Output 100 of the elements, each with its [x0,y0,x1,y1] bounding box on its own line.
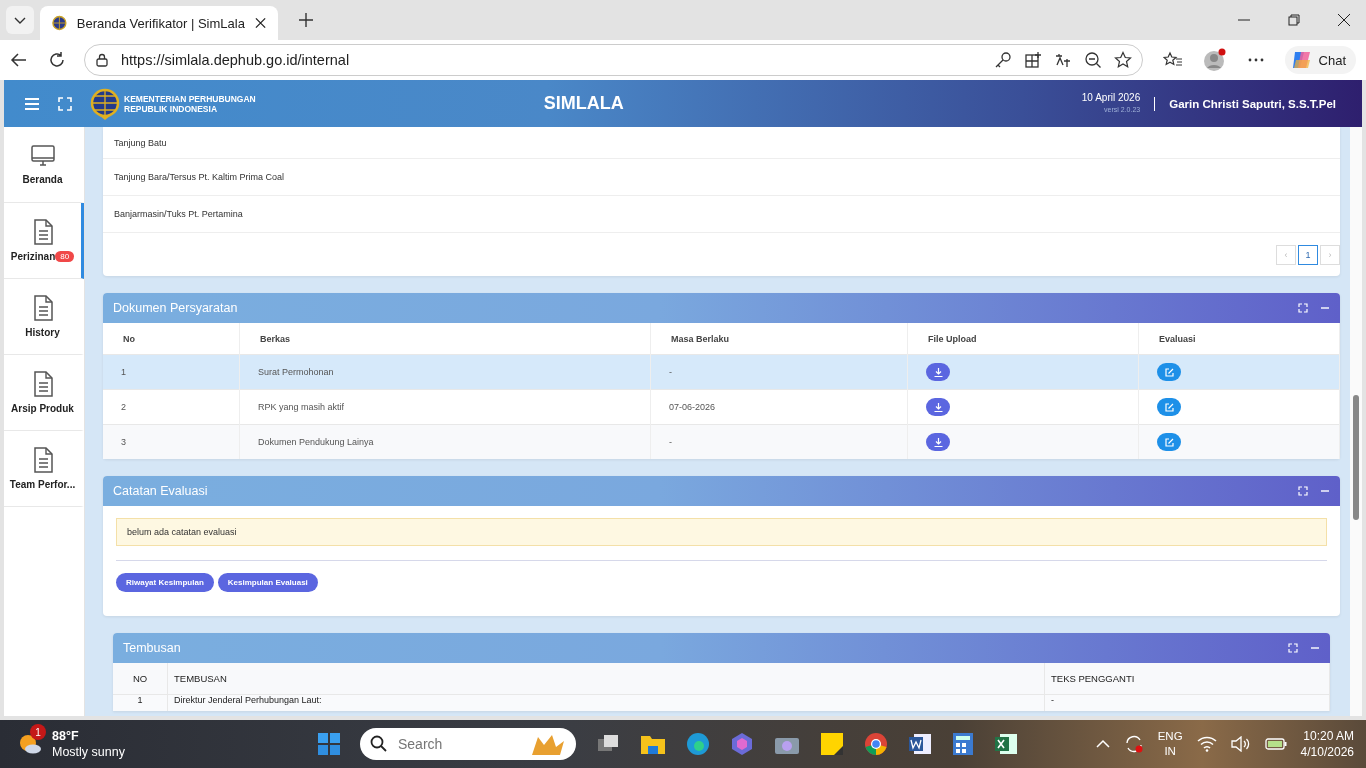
org-name: REPUBLIK INDONESIA [124,103,219,114]
fullscreen-icon[interactable] [58,96,72,111]
table-cell: - [650,424,908,459]
close-icon[interactable] [1338,14,1350,26]
org-name: KEMENTERIAN PERHUBUNGAN [124,93,256,104]
sidebar-item[interactable]: Team Perfor... [4,431,84,507]
table-row[interactable]: 3 Dokumen Pendukung Lainya - [103,424,1340,459]
expand-icon[interactable] [1298,486,1308,496]
download-icon [933,437,943,447]
edit-button[interactable] [1157,363,1181,381]
browser-icon[interactable] [686,732,710,756]
chat-button[interactable]: Chat [1284,46,1356,74]
excel-icon[interactable] [994,732,1018,756]
port-row-text: Banjarmasin/Tuks Pt. Pertamina [103,196,1340,233]
download-button[interactable] [926,363,950,381]
folder-icon[interactable] [640,733,666,755]
expand-icon[interactable] [1298,303,1308,313]
new-tab-icon[interactable] [298,12,314,28]
favorites-icon[interactable] [1162,51,1183,69]
document-icon [31,219,54,245]
apps-icon[interactable] [1023,51,1042,69]
windows-logo-icon[interactable] [318,733,340,755]
wifi-icon[interactable] [1196,736,1217,752]
port-row-text: Tanjung Bara/Tersus Pt. Kaltim Prima Coal [103,159,1340,196]
speaker-icon[interactable] [1230,736,1251,752]
battery-charging-icon[interactable] [1264,737,1287,751]
download-button[interactable] [926,398,950,416]
table-cell: 1 [103,354,240,390]
table-cell: Dokumen Pendukung Lainya [239,424,651,459]
sidebar-label: Team Perfor... [9,479,76,490]
lock-icon [95,53,109,67]
app-title: SIMLALA [542,93,625,114]
clock[interactable]: 10:20 AM 4/10/2026 [1300,728,1354,760]
edit-icon [1164,367,1174,377]
browser-tab[interactable]: Beranda Verifikator | SimLala [40,6,278,40]
profile-avatar-icon[interactable] [1202,48,1227,72]
column-header: TEMBUSAN [167,663,1045,695]
document-icon [31,295,54,321]
card-title: Catatan Evaluasi [113,484,208,498]
table-cell: Surat Permohonan [239,354,651,390]
calculator-icon[interactable] [952,732,974,756]
monitor-icon [29,144,56,168]
notification-badge: 1 [30,724,46,740]
reload-icon[interactable] [48,51,66,69]
user-name[interactable]: Garin Christi Saputri, S.S.T.Pel [1169,97,1336,110]
key-icon[interactable] [993,51,1012,69]
edit-button[interactable] [1157,433,1181,451]
translate-icon[interactable] [1053,51,1072,69]
globe-emblem-icon [90,87,120,120]
card-title: Dokumen Persyaratan [113,301,238,315]
search-icon [370,735,388,753]
action-button[interactable]: Riwayat Kesimpulan [116,573,214,592]
back-arrow-icon[interactable] [10,51,28,69]
sidebar-item[interactable]: Arsip Produk [4,355,84,431]
table-cell: Direktur Jenderal Perhubungan Laut: [167,694,1045,711]
empty-note: belum ada catatan evaluasi [116,518,1327,546]
restore-icon[interactable] [1288,14,1300,26]
edit-icon [1164,437,1174,447]
table-cell: 1 [113,694,168,711]
edit-icon [1164,402,1174,412]
sidebar-label: Arsip Produk [11,403,74,414]
tab-list-button[interactable] [6,6,34,34]
zoom-out-icon[interactable] [1083,51,1102,69]
temperature-text: 88°F [52,728,80,744]
weather-text: Mostly sunny [52,744,125,760]
table-cell: - [1044,694,1330,711]
sync-icon[interactable] [1123,734,1144,754]
menu-icon[interactable] [24,96,40,111]
document-icon [31,447,54,473]
action-button[interactable]: Kesimpulan Evaluasi [217,573,318,592]
sidebar-label: Beranda [22,174,63,185]
tab-title: Beranda Verifikator | SimLala [76,15,245,31]
document-icon [31,371,54,397]
download-button[interactable] [926,433,950,451]
globe-emblem-icon [52,15,67,31]
sidebar-label: History [25,327,60,338]
sticky-note-icon[interactable] [820,732,844,756]
language-indicator[interactable]: ENG IN [1157,729,1183,759]
page-button[interactable]: 1 [1298,244,1318,265]
card-title: Tembusan [123,641,181,655]
download-icon [933,367,943,377]
table-cell: - [650,354,908,390]
expand-icon[interactable] [1288,643,1298,653]
sidebar-item[interactable]: Beranda [4,127,84,203]
edit-button[interactable] [1157,398,1181,416]
word-icon[interactable] [908,732,932,756]
table-row[interactable]: 1 Surat Permohonan - [103,354,1340,390]
sidebar-item[interactable]: History [4,279,84,355]
scrollbar[interactable] [1350,127,1362,716]
url-text: https://simlala.dephub.go.id/internal [121,52,350,68]
search-bar[interactable]: Search [360,728,576,760]
chrome-icon[interactable] [864,732,888,756]
column-header: NO [113,663,168,695]
port-row-text: Tanjung Batu [103,127,1340,159]
table-cell: 3 [103,424,240,459]
star-icon[interactable] [1113,51,1132,69]
chevron-up-icon[interactable] [1095,739,1110,749]
count-badge: 80 [55,251,75,262]
search-field[interactable]: Search [396,735,520,753]
close-icon[interactable] [254,17,266,29]
